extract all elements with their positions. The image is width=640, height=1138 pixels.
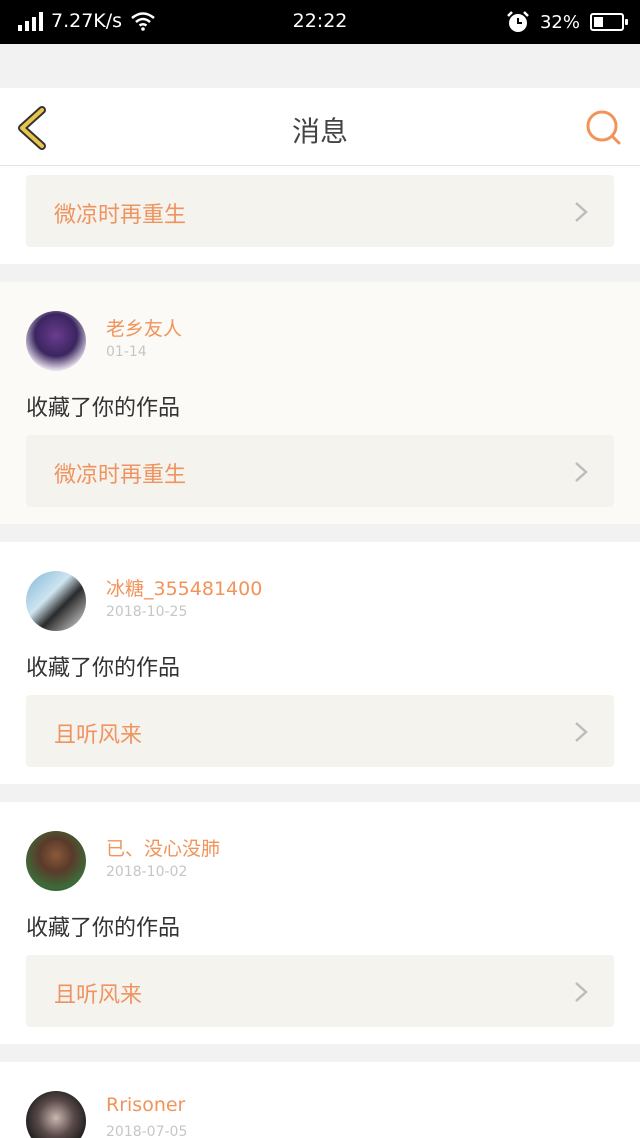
- username[interactable]: Rrisoner: [106, 1094, 185, 1116]
- message-date: 2018-10-25: [106, 604, 188, 620]
- status-bar: 7.27K/s 22:22 32%: [0, 0, 640, 44]
- message-card: 微凉时再重生: [0, 166, 640, 264]
- work-title: 微凉时再重生: [54, 463, 187, 488]
- battery-icon: [590, 13, 628, 31]
- work-title: 且听风来: [54, 983, 143, 1008]
- message-date: 2018-10-02: [106, 864, 188, 880]
- message-card: 冰糖_355481400 2018-10-25 收藏了你的作品 且听风来: [0, 542, 640, 784]
- avatar[interactable]: [26, 311, 86, 371]
- chevron-right-icon: [575, 202, 588, 222]
- avatar[interactable]: [26, 831, 86, 891]
- work-link[interactable]: 且听风来: [26, 955, 614, 1027]
- avatar[interactable]: [26, 571, 86, 631]
- message-date: 01-14: [106, 344, 147, 360]
- username[interactable]: 老乡友人: [106, 314, 182, 341]
- avatar[interactable]: [26, 1091, 86, 1138]
- work-link[interactable]: 且听风来: [26, 695, 614, 767]
- top-bar: 消息: [0, 88, 640, 166]
- work-link[interactable]: 微凉时再重生: [26, 175, 614, 247]
- message-card: 已、没心没肺 2018-10-02 收藏了你的作品 且听风来: [0, 802, 640, 1044]
- message-card: 老乡友人 01-14 收藏了你的作品 微凉时再重生: [0, 282, 640, 524]
- chevron-right-icon: [575, 722, 588, 742]
- message-date: 2018-07-05: [106, 1124, 188, 1138]
- username[interactable]: 已、没心没肺: [106, 834, 220, 861]
- alarm-icon: [507, 11, 529, 32]
- message-card: Rrisoner 2018-07-05: [0, 1062, 640, 1138]
- work-title: 微凉时再重生: [54, 203, 187, 228]
- action-text: 收藏了你的作品: [26, 396, 181, 421]
- username[interactable]: 冰糖_355481400: [106, 574, 262, 601]
- action-text: 收藏了你的作品: [26, 656, 181, 681]
- chevron-right-icon: [575, 982, 588, 1002]
- chevron-right-icon: [575, 462, 588, 482]
- search-icon[interactable]: [584, 108, 624, 148]
- action-text: 收藏了你的作品: [26, 916, 181, 941]
- work-title: 且听风来: [54, 723, 143, 748]
- page-title: 消息: [291, 115, 348, 148]
- work-link[interactable]: 微凉时再重生: [26, 435, 614, 507]
- battery-percent: 32%: [539, 11, 580, 33]
